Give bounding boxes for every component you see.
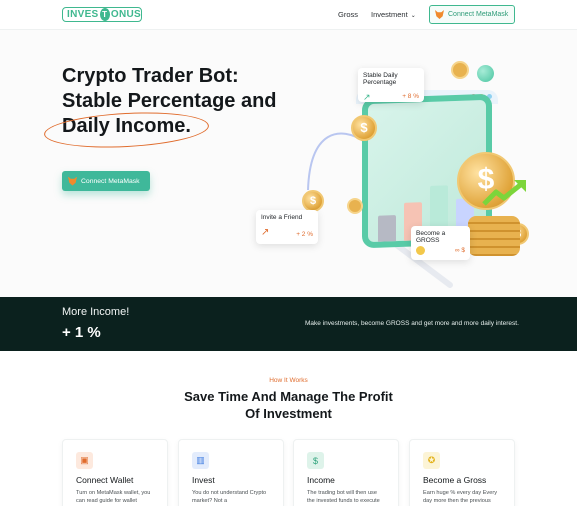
nav-investment-label: Investment [371,10,408,19]
nav-link-gross[interactable]: Gross [338,10,358,19]
connect-metamask-hero-label: Connect MetaMask [81,177,140,185]
stable-daily-percentage-card: Stable Daily Percentage ↗ + 8 % [358,68,424,102]
connect-metamask-button-hero[interactable]: Connect MetaMask [62,171,150,191]
connect-metamask-label: Connect MetaMask [448,11,509,18]
growth-arrow-icon [482,180,526,206]
gross-card-title-2: GROSS [416,237,440,244]
medal-icon: ✪ [423,452,440,469]
coin-icon: $ [302,190,324,212]
hero-illustration: $ $ $ $ Stable Daily Percentage ↗ + 8 % … [250,30,577,298]
invite-card-title: Invite a Friend [261,214,303,221]
card-title: Connect Wallet [76,475,134,485]
coin-symbol: $ [360,120,368,135]
connector-curve [307,132,366,191]
section-title-line-1: Save Time And Manage The Profit [184,389,393,404]
banner-value: + 1 % [62,324,101,341]
section-label: How It Works [269,377,308,384]
card-description: You do not understand Crypto market? Not… [192,490,267,504]
medal-icon [416,246,425,255]
banner-title: More Income! [62,306,130,318]
logo-text-right: ONUS [110,9,141,20]
metamask-fox-icon [435,10,444,19]
card-description: Turn on MetaMask wallet, you can read gu… [76,490,151,504]
stable-card-title-1: Stable Daily [363,72,398,79]
card-description: Earn huge % every day Every day more the… [423,490,497,504]
step-card-become-gross: ✪ Become a Gross Earn huge % every day E… [409,439,515,506]
become-gross-card: Become a GROSS ∞ $ [411,226,470,260]
step-card-income: $ Income The trading bot will then use t… [293,439,399,506]
more-income-banner: More Income! + 1 % Make investments, bec… [0,297,577,351]
invite-friend-card: Invite a Friend ↗ + 2 % [256,210,318,244]
card-title: Become a Gross [423,475,487,485]
step-card-invest: ▥ Invest You do not understand Crypto ma… [178,439,284,506]
invite-card-value: + 2 % [296,231,313,238]
card-description: The trading bot will then use the invest… [307,490,380,504]
decor-sphere [477,65,494,82]
logo-t-badge: T [99,8,110,21]
gross-card-value: ∞ $ [454,247,465,254]
section-title: Save Time And Manage The Profit Of Inves… [0,388,577,422]
connect-metamask-button-header[interactable]: Connect MetaMask [429,5,515,24]
stable-card-value: + 8 % [402,93,419,100]
chart-icon: ▥ [192,452,209,469]
top-navbar: INVES T ONUS Gross Investment ⌄ Connect M… [0,0,577,30]
metamask-fox-icon [68,176,77,186]
gross-card-title-1: Become a [416,230,446,237]
wallet-icon: ▣ [76,452,93,469]
trend-up-icon: ↗ [363,92,371,102]
step-card-connect-wallet: ▣ Connect Wallet Turn on MetaMask wallet… [62,439,168,506]
diamond-coin-icon [347,198,363,214]
coin-icon: $ [351,115,377,141]
chevron-down-icon: ⌄ [410,13,416,19]
coin-symbol: $ [309,195,317,207]
banner-description: Make investments, become GROSS and get m… [305,320,519,327]
section-title-line-2: Of Investment [245,406,332,421]
logo-text-left: INVES [67,9,99,20]
nav-dropdown-investment[interactable]: Investment ⌄ [371,10,416,19]
stable-card-title-2: Percentage [363,79,397,86]
logo[interactable]: INVES T ONUS [62,7,142,22]
diamond-coin-icon [451,61,469,79]
money-icon: $ [307,452,324,469]
trend-up-icon: ↗ [261,227,270,238]
card-title: Invest [192,475,215,485]
chart-bar-1 [378,215,396,242]
card-title: Income [307,475,335,485]
coin-stack [468,216,520,256]
